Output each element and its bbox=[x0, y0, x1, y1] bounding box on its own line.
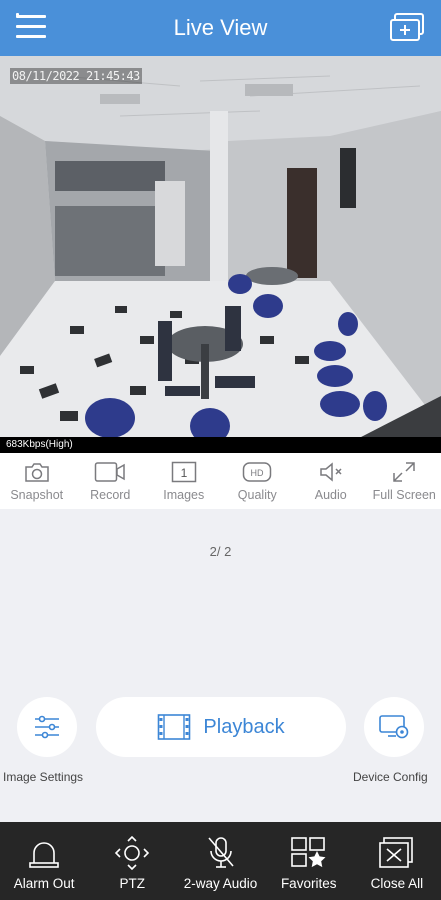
images-badge: 1 bbox=[180, 466, 187, 480]
video-record-icon bbox=[94, 459, 126, 485]
ptz-direction-icon bbox=[114, 836, 150, 870]
device-config-icon bbox=[379, 715, 409, 739]
speaker-muted-icon bbox=[318, 459, 344, 485]
ptz-label: PTZ bbox=[119, 876, 146, 891]
device-config-label: Device Config bbox=[353, 770, 428, 784]
playback-label: Playback bbox=[203, 715, 285, 738]
alarm-out-button[interactable]: Alarm Out bbox=[0, 822, 88, 900]
fullscreen-label: Full Screen bbox=[372, 488, 436, 502]
microphone-muted-icon bbox=[205, 836, 237, 870]
device-config-button[interactable] bbox=[364, 697, 424, 757]
live-video-view[interactable]: 08/11/2022 21:45:43 683Kbps(High) bbox=[0, 56, 441, 453]
page-indicator: 2/ 2 bbox=[209, 544, 232, 559]
images-icon: 1 bbox=[171, 459, 197, 485]
record-label: Record bbox=[90, 488, 131, 502]
hd-quality-icon: HD bbox=[242, 459, 272, 485]
top-app-bar: Live View bbox=[0, 0, 441, 56]
quality-button[interactable]: HD Quality bbox=[221, 453, 295, 509]
hamburger-menu-icon[interactable] bbox=[16, 13, 50, 43]
camera-icon bbox=[24, 459, 50, 485]
audio-button[interactable]: Audio bbox=[294, 453, 368, 509]
close-all-label: Close All bbox=[370, 876, 424, 891]
favorites-star-icon bbox=[290, 836, 328, 870]
bottom-action-bar: Alarm Out PTZ 2-way Audio Favorites Clos… bbox=[0, 822, 441, 900]
image-settings-label: Image Settings bbox=[3, 770, 84, 784]
film-strip-icon bbox=[158, 714, 191, 740]
image-settings-button[interactable] bbox=[17, 697, 77, 757]
bitrate-label: 683Kbps(High) bbox=[0, 437, 441, 453]
two-way-audio-button[interactable]: 2-way Audio bbox=[176, 822, 264, 900]
favorites-label: Favorites bbox=[280, 876, 337, 891]
page-title: Live View bbox=[173, 15, 268, 40]
camera-feed-image bbox=[0, 56, 441, 453]
fullscreen-icon bbox=[392, 459, 416, 485]
sliders-icon bbox=[35, 715, 59, 739]
close-all-icon bbox=[378, 836, 416, 870]
images-button[interactable]: 1 Images bbox=[147, 453, 221, 509]
snapshot-label: Snapshot bbox=[10, 488, 64, 502]
add-window-icon[interactable] bbox=[389, 12, 427, 44]
fullscreen-button[interactable]: Full Screen bbox=[368, 453, 441, 509]
video-toolbar: Snapshot Record 1 Images HD Quality Audi… bbox=[0, 453, 441, 509]
close-all-button[interactable]: Close All bbox=[353, 822, 441, 900]
audio-label: Audio bbox=[314, 488, 347, 502]
ptz-button[interactable]: PTZ bbox=[88, 822, 176, 900]
snapshot-button[interactable]: Snapshot bbox=[0, 453, 74, 509]
playback-button[interactable]: Playback bbox=[96, 697, 346, 757]
alarm-out-label: Alarm Out bbox=[13, 876, 75, 891]
favorites-button[interactable]: Favorites bbox=[265, 822, 353, 900]
images-label: Images bbox=[163, 488, 205, 502]
camera-timestamp: 08/11/2022 21:45:43 bbox=[10, 68, 142, 84]
quality-badge: HD bbox=[251, 468, 264, 478]
two-way-audio-label: 2-way Audio bbox=[183, 876, 258, 891]
quality-label: Quality bbox=[237, 488, 277, 502]
record-button[interactable]: Record bbox=[74, 453, 148, 509]
alarm-light-icon bbox=[27, 836, 61, 870]
